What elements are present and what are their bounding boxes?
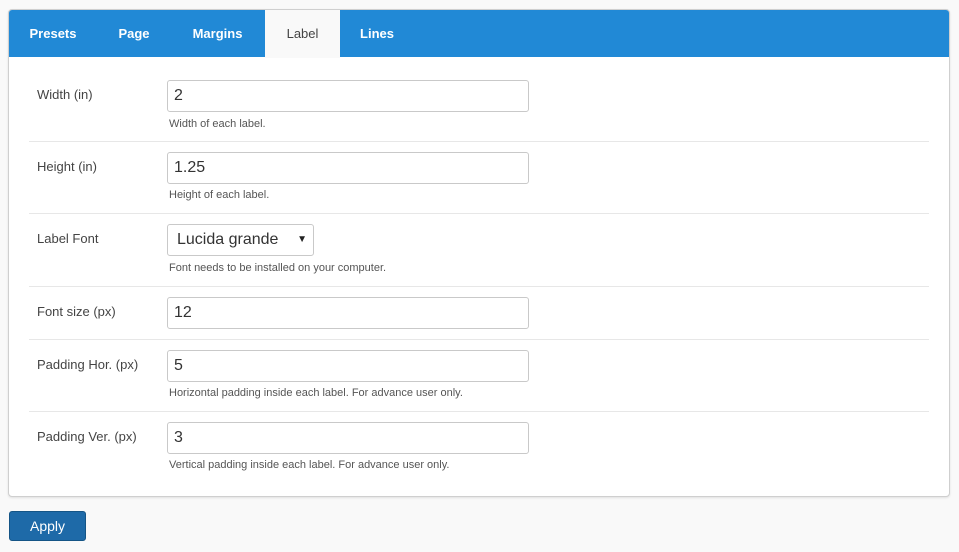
font-row: Label Font Lucida grande ▼ Font needs to… <box>29 214 929 287</box>
settings-panel: Presets Page Margins Label Lines Width (… <box>8 9 950 497</box>
dropdown-arrow-icon: ▼ <box>297 234 307 245</box>
padding-hor-input[interactable]: 5 <box>167 350 529 382</box>
font-label: Label Font <box>37 231 99 246</box>
width-label: Width (in) <box>37 87 93 102</box>
padding-ver-row: Padding Ver. (px) 3 Vertical padding ins… <box>29 412 929 484</box>
font-select[interactable]: Lucida grande ▼ <box>167 224 314 256</box>
height-input[interactable]: 1.25 <box>167 152 529 184</box>
font-size-label: Font size (px) <box>37 304 116 319</box>
padding-ver-label: Padding Ver. (px) <box>37 429 137 444</box>
apply-button[interactable]: Apply <box>9 511 86 541</box>
width-row: Width (in) 2 Width of each label. <box>29 57 929 142</box>
padding-hor-help: Horizontal padding inside each label. Fo… <box>169 387 463 399</box>
tab-margins[interactable]: Margins <box>171 10 264 57</box>
tab-bar: Presets Page Margins Label Lines <box>9 10 949 58</box>
font-select-value: Lucida grande <box>177 231 279 248</box>
height-label: Height (in) <box>37 159 97 174</box>
tab-lines[interactable]: Lines <box>340 10 414 57</box>
font-help: Font needs to be installed on your compu… <box>169 262 387 274</box>
width-input[interactable]: 2 <box>167 80 529 112</box>
height-row: Height (in) 1.25 Height of each label. <box>29 142 929 214</box>
tab-page[interactable]: Page <box>97 10 171 57</box>
padding-hor-label: Padding Hor. (px) <box>37 357 139 372</box>
padding-hor-row: Padding Hor. (px) 5 Horizontal padding i… <box>29 340 929 412</box>
padding-ver-help: Vertical padding inside each label. For … <box>169 459 450 471</box>
width-help: Width of each label. <box>169 118 266 130</box>
tab-label[interactable]: Label <box>265 10 340 58</box>
padding-ver-input[interactable]: 3 <box>167 422 529 454</box>
font-size-input[interactable]: 12 <box>167 297 529 329</box>
height-help: Height of each label. <box>169 189 270 201</box>
tab-presets[interactable]: Presets <box>9 10 97 57</box>
font-size-row: Font size (px) 12 <box>29 287 929 340</box>
